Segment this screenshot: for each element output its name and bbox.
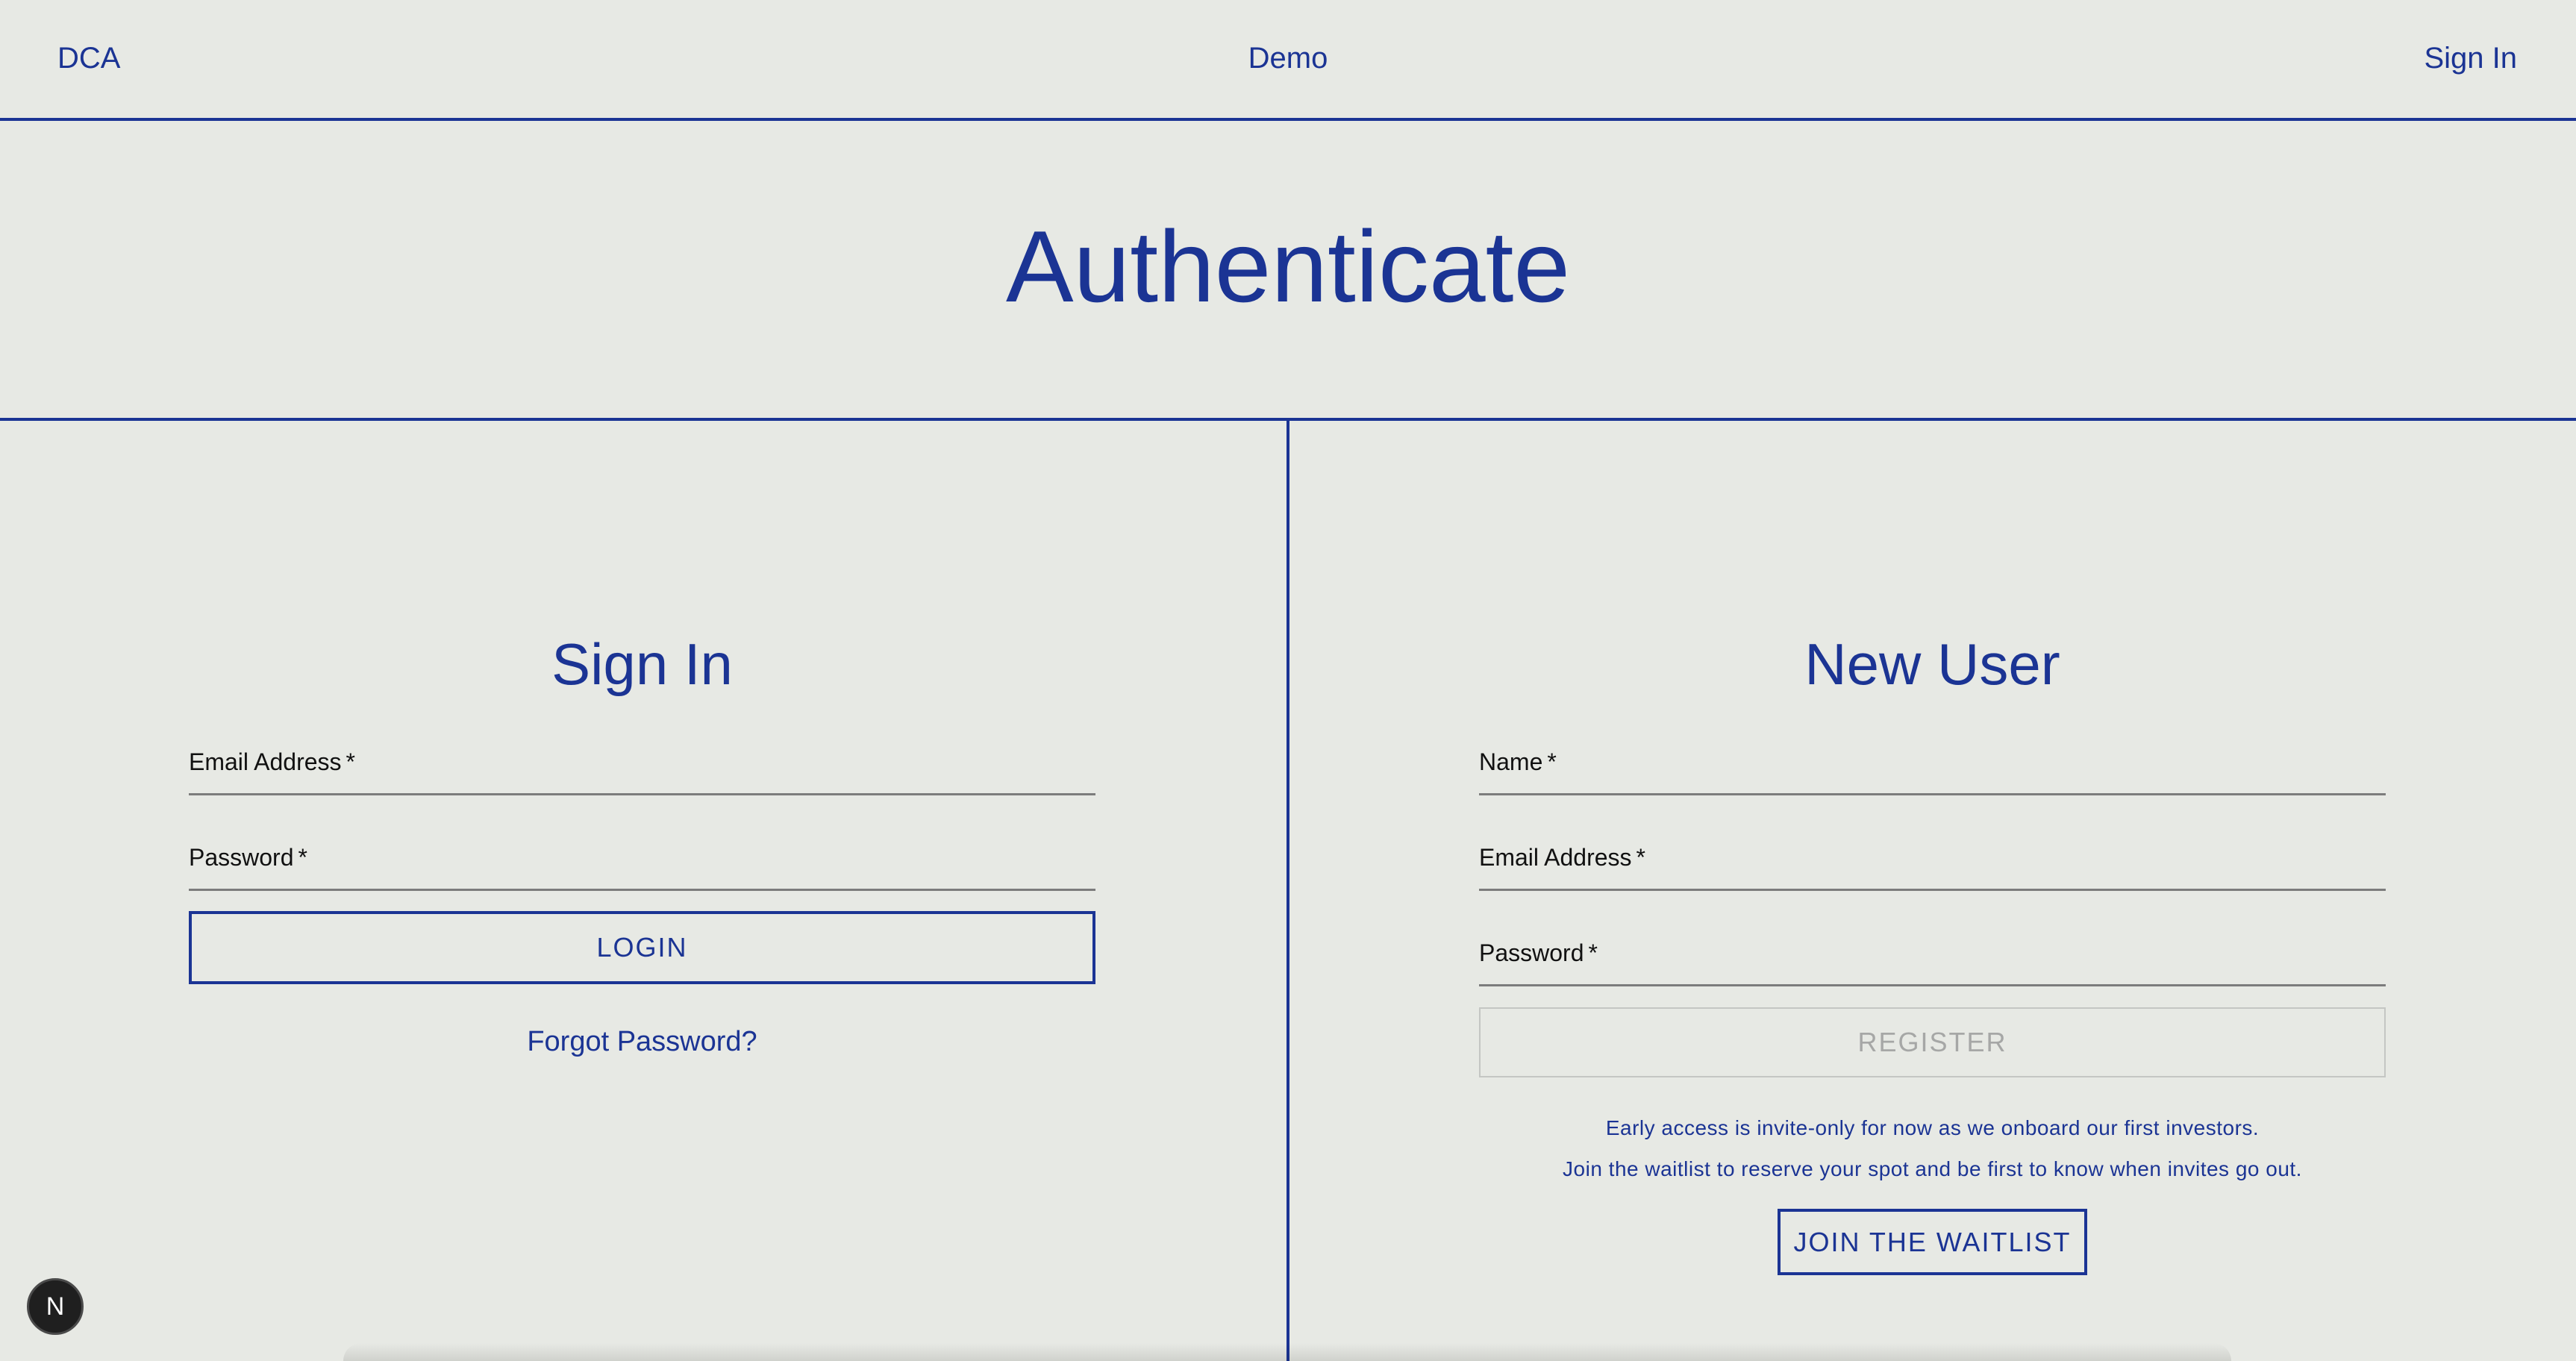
join-waitlist-button[interactable]: JOIN THE WAITLIST <box>1778 1209 2087 1275</box>
new-user-title: New User <box>1804 631 2060 697</box>
forgot-password-link[interactable]: Forgot Password? <box>189 1024 1095 1060</box>
register-password-label: Password * <box>1479 939 1598 966</box>
invite-note-line-2: Join the waitlist to reserve your spot a… <box>1563 1157 2302 1180</box>
register-button[interactable]: REGISTER <box>1479 1007 2386 1077</box>
page-title: Authenticate <box>1005 210 1571 323</box>
demo-link[interactable]: Demo <box>1248 42 1328 75</box>
register-email-label: Email Address * <box>1479 844 1645 871</box>
demo-link-wrapper: Demo <box>0 39 2576 78</box>
sign-in-password-field[interactable]: Password * <box>189 842 1095 891</box>
sign-in-email-label: Email Address * <box>189 748 355 775</box>
sign-in-email-field[interactable]: Email Address * <box>189 746 1095 795</box>
register-email-input[interactable] <box>1479 871 2386 889</box>
register-password-input[interactable] <box>1479 966 2386 984</box>
dev-tools-badge[interactable]: N <box>27 1278 84 1335</box>
register-email-field[interactable]: Email Address * <box>1479 842 2386 891</box>
hero-section: Authenticate <box>0 121 2576 421</box>
register-name-field[interactable]: Name * <box>1479 746 2386 795</box>
register-name-label: Name * <box>1479 748 1557 775</box>
invite-note-line-1: Early access is invite-only for now as w… <box>1605 1116 2260 1139</box>
sign-in-title: Sign In <box>551 631 733 697</box>
login-button[interactable]: LOGIN <box>189 911 1095 984</box>
register-password-field[interactable]: Password * <box>1479 937 2386 986</box>
bottom-shadow <box>343 1343 2231 1361</box>
register-name-input[interactable] <box>1479 775 2386 793</box>
sign-in-password-input[interactable] <box>189 871 1095 889</box>
nav-sign-in-link[interactable]: Sign In <box>2424 39 2517 78</box>
sign-in-password-label: Password * <box>189 844 307 871</box>
top-nav: DCA Demo Sign In <box>0 0 2576 121</box>
sign-in-email-input[interactable] <box>189 775 1095 793</box>
panel-divider <box>1287 421 1289 1361</box>
